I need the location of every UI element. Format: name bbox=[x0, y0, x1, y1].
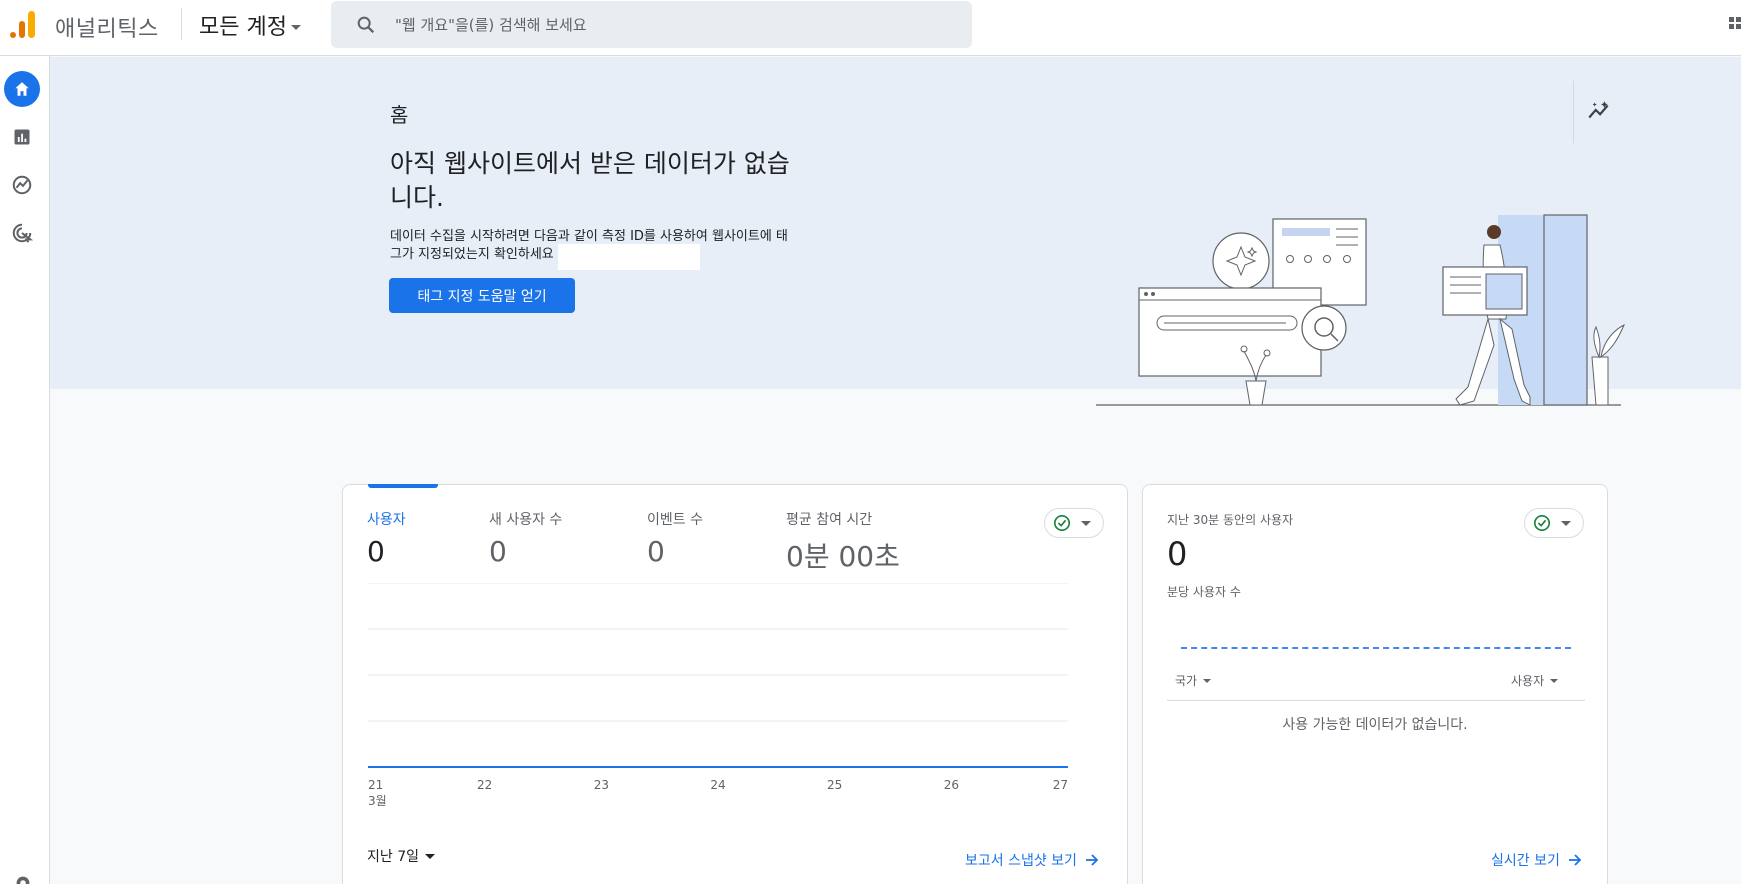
metric-value: 0 bbox=[489, 535, 507, 568]
chevron-down-icon bbox=[1081, 520, 1091, 526]
data-quality-status-button[interactable] bbox=[1524, 508, 1584, 538]
account-selector[interactable]: 모든 계정 bbox=[199, 9, 301, 41]
gear-icon[interactable] bbox=[12, 872, 34, 884]
hero-divider bbox=[1573, 81, 1574, 143]
metric-users[interactable]: 사용자 0 bbox=[367, 509, 406, 568]
metric-new-users[interactable]: 새 사용자 수 0 bbox=[489, 509, 562, 568]
metric-engagement-time[interactable]: 평균 참여 시간 0분 00초 bbox=[786, 509, 900, 575]
page-title: 홈 bbox=[390, 103, 409, 127]
date-range-label: 지난 7일 bbox=[367, 849, 419, 865]
empty-state-illustration bbox=[1096, 214, 1625, 406]
arrow-right-icon bbox=[1085, 854, 1099, 866]
left-navigation bbox=[0, 56, 50, 884]
hero-headline: 아직 웹사이트에서 받은 데이터가 없습니다. bbox=[390, 149, 790, 212]
nav-home[interactable] bbox=[4, 71, 40, 107]
x-tick-label: 22 bbox=[477, 778, 492, 792]
chevron-down-icon bbox=[290, 24, 301, 30]
nav-advertising[interactable] bbox=[4, 215, 40, 251]
check-circle-icon bbox=[1533, 514, 1551, 532]
realtime-card: 지난 30분 동안의 사용자 0 분당 사용자 수 국가 사용자 사용 가능한 … bbox=[1142, 484, 1608, 884]
apps-grid-icon[interactable] bbox=[1727, 16, 1741, 34]
home-hero-banner: 홈 아직 웹사이트에서 받은 데이터가 없습니다. 데이터 수집을 시작하려면 … bbox=[50, 57, 1741, 406]
header-divider bbox=[181, 8, 182, 40]
redacted-box bbox=[557, 244, 700, 270]
chevron-down-icon bbox=[1203, 678, 1212, 683]
metric-label: 사용자 bbox=[367, 512, 406, 528]
metric-label: 새 사용자 수 bbox=[489, 512, 563, 528]
check-circle-icon bbox=[1053, 514, 1071, 532]
search-bar[interactable] bbox=[331, 1, 972, 48]
view-report-snapshot-label: 보고서 스냅샷 보기 bbox=[965, 853, 1077, 869]
arrow-right-icon bbox=[1568, 854, 1582, 866]
x-tick-label: 25 bbox=[827, 778, 842, 792]
active-tab-indicator bbox=[368, 484, 438, 488]
account-selector-label: 모든 계정 bbox=[199, 15, 287, 40]
users-column-header[interactable]: 사용자 bbox=[1511, 672, 1559, 689]
data-quality-status-button[interactable] bbox=[1044, 508, 1104, 538]
tagging-help-button[interactable]: 태그 지정 도움말 얻기 bbox=[389, 278, 575, 313]
x-tick-label: 24 bbox=[710, 778, 725, 792]
explore-icon bbox=[12, 175, 32, 195]
target-icon bbox=[12, 223, 33, 243]
realtime-value: 0 bbox=[1167, 535, 1188, 573]
chevron-down-icon bbox=[425, 853, 435, 859]
insights-icon[interactable] bbox=[1586, 98, 1612, 124]
view-report-snapshot-link[interactable]: 보고서 스냅샷 보기 bbox=[965, 850, 1099, 870]
top-app-bar: 애널리틱스 모든 계정 bbox=[0, 0, 1741, 56]
chevron-down-icon bbox=[1561, 520, 1571, 526]
x-tick-label: 26 bbox=[944, 778, 959, 792]
bar-chart-icon bbox=[14, 129, 30, 145]
metric-value: 0분 00초 bbox=[786, 540, 900, 573]
users-column-label: 사용자 bbox=[1511, 674, 1545, 688]
view-realtime-link[interactable]: 실시간 보기 bbox=[1491, 850, 1582, 870]
view-realtime-label: 실시간 보기 bbox=[1491, 853, 1560, 869]
chevron-down-icon bbox=[1550, 678, 1559, 683]
per-minute-bars bbox=[1181, 647, 1571, 650]
date-range-selector[interactable]: 지난 7일 bbox=[367, 846, 435, 866]
country-column-header[interactable]: 국가 bbox=[1175, 672, 1212, 689]
overview-line-chart: 21 22 23 24 25 26 27 3월 bbox=[368, 583, 1068, 808]
nav-explore[interactable] bbox=[4, 167, 40, 203]
overview-card: 사용자 0 새 사용자 수 0 이벤트 수 0 평균 참여 시간 0분 00초 … bbox=[342, 484, 1128, 884]
home-icon bbox=[15, 82, 29, 96]
table-divider bbox=[1167, 700, 1585, 701]
country-column-label: 국가 bbox=[1175, 674, 1198, 688]
search-icon bbox=[357, 16, 375, 33]
x-tick-label: 23 bbox=[594, 778, 609, 792]
nav-reports[interactable] bbox=[4, 119, 40, 155]
app-name: 애널리틱스 bbox=[55, 17, 159, 42]
empty-state-text: 사용 가능한 데이터가 없습니다. bbox=[1282, 717, 1468, 733]
metric-value: 0 bbox=[367, 535, 385, 568]
realtime-title: 지난 30분 동안의 사용자 bbox=[1167, 513, 1294, 527]
search-input[interactable] bbox=[395, 15, 895, 34]
metric-label: 이벤트 수 bbox=[647, 512, 703, 528]
metric-value: 0 bbox=[647, 535, 665, 568]
realtime-subtitle: 분당 사용자 수 bbox=[1167, 585, 1241, 599]
x-tick-label: 21 bbox=[368, 778, 383, 792]
metric-events[interactable]: 이벤트 수 0 bbox=[647, 509, 703, 568]
x-tick-sublabel: 3월 bbox=[368, 794, 387, 808]
analytics-logo-icon[interactable] bbox=[8, 9, 38, 39]
x-tick-label: 27 bbox=[1053, 778, 1068, 792]
hero-description: 데이터 수집을 시작하려면 다음과 같이 측정 ID를 사용하여 웹사이트에 태… bbox=[390, 228, 790, 270]
metric-label: 평균 참여 시간 bbox=[786, 512, 873, 528]
